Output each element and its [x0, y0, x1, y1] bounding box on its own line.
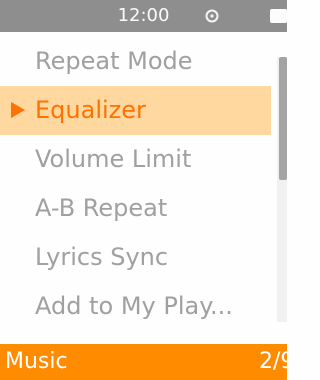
scrollbar-thumb[interactable] — [279, 57, 287, 180]
footer-bar: Music 2/9 — [0, 344, 294, 380]
menu-item-repeat-mode[interactable]: Repeat Mode — [0, 37, 271, 86]
battery-icon — [270, 9, 287, 23]
menu-item-label: A-B Repeat — [35, 194, 168, 222]
section-title: Music — [5, 349, 68, 374]
alarm-icon — [205, 9, 219, 23]
menu-item-lyrics-sync[interactable]: Lyrics Sync — [0, 233, 271, 282]
settings-menu: Repeat Mode Equalizer Volume Limit A-B R… — [0, 37, 271, 331]
menu-item-label: Equalizer — [35, 96, 146, 124]
menu-item-a-b-repeat[interactable]: A-B Repeat — [0, 184, 271, 233]
item-position-count: 2/9 — [259, 349, 295, 374]
menu-item-volume-limit[interactable]: Volume Limit — [0, 135, 271, 184]
menu-item-equalizer[interactable]: Equalizer — [0, 86, 271, 135]
clock-time: 12:00 — [117, 5, 170, 26]
menu-item-label: Lyrics Sync — [35, 243, 169, 271]
menu-item-label: Add to My Play... — [35, 292, 233, 320]
menu-item-label: Volume Limit — [35, 145, 192, 173]
menu-item-label: Repeat Mode — [35, 47, 193, 75]
status-bar: 12:00 — [0, 0, 287, 32]
selection-arrow-icon — [11, 102, 25, 118]
menu-item-add-to-playlist[interactable]: Add to My Play... — [0, 282, 271, 331]
